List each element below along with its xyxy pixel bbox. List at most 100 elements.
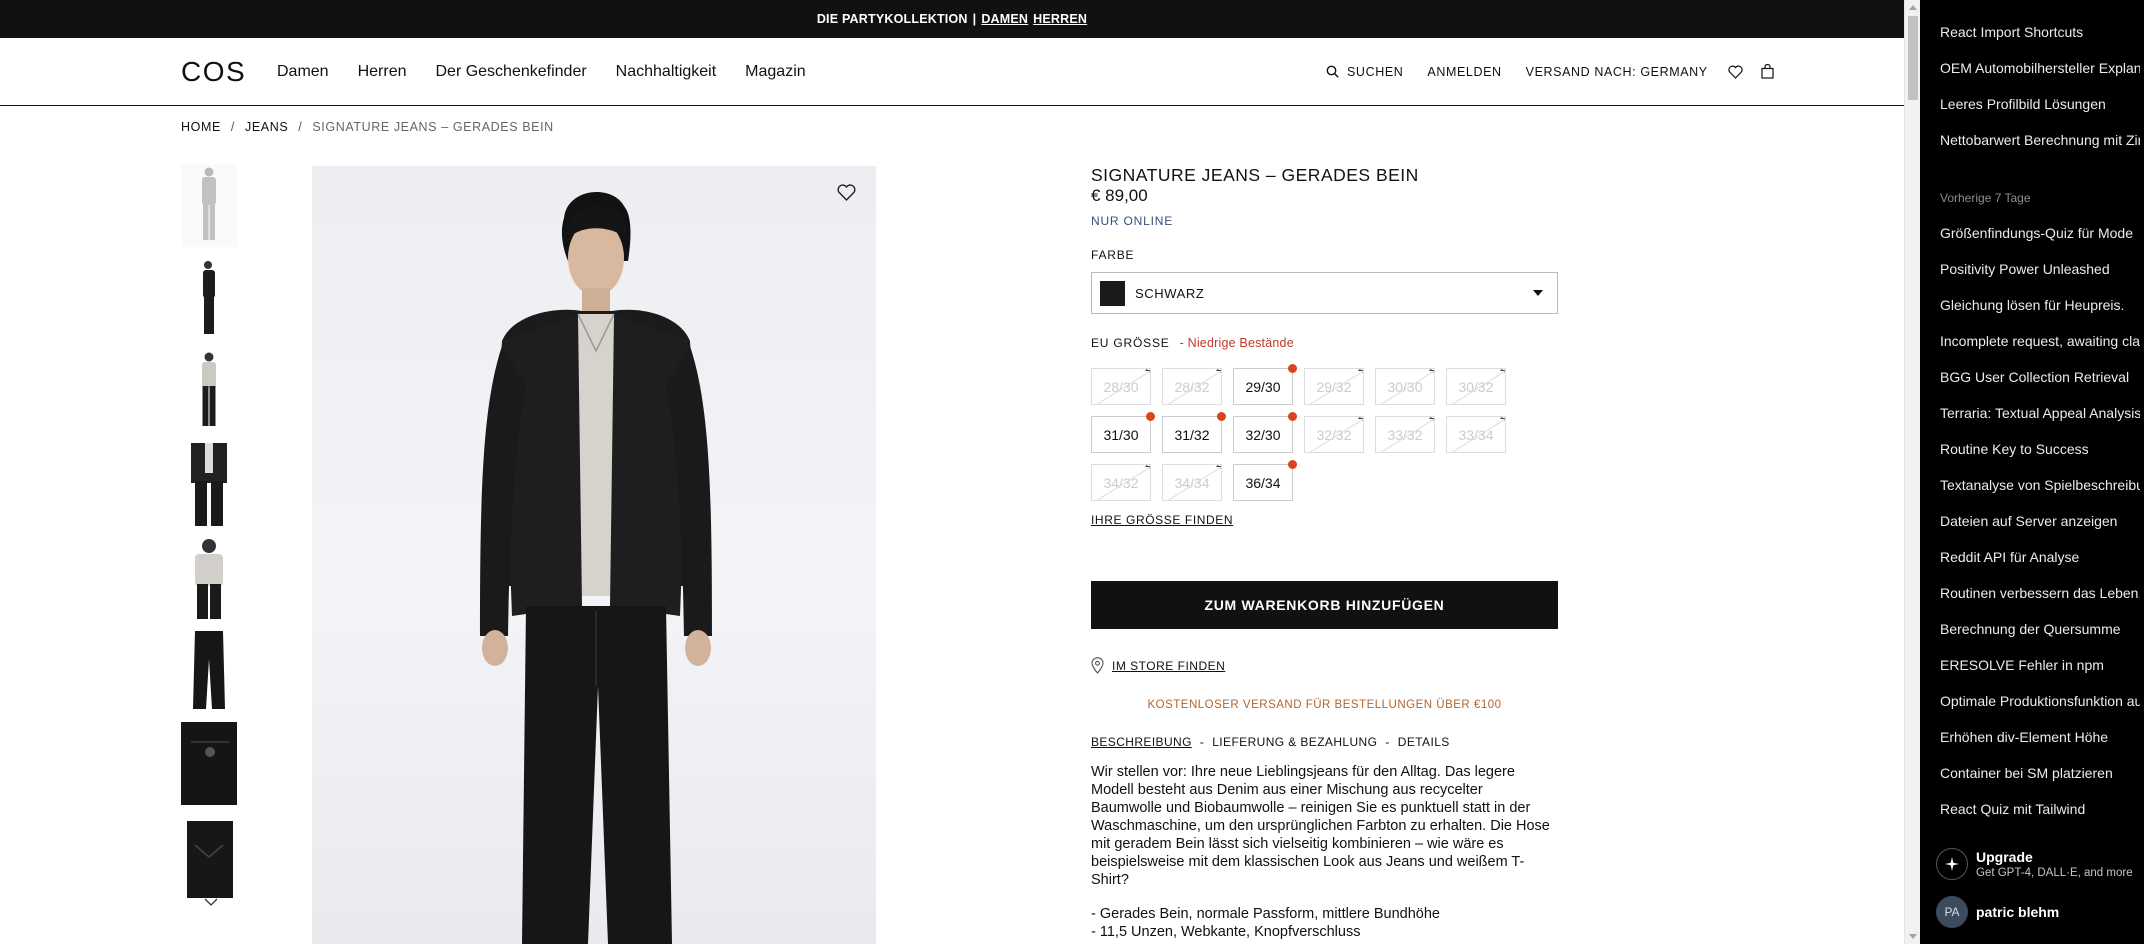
nav-item-magazin[interactable]: Magazin bbox=[745, 63, 805, 81]
history-item-partial[interactable] bbox=[1940, 0, 2140, 9]
history-item[interactable]: OEM Automobilhersteller Explanation bbox=[1940, 60, 2140, 76]
thumbnail-1[interactable] bbox=[181, 164, 237, 247]
size-option-28-30[interactable]: 28/30 bbox=[1091, 368, 1151, 405]
thumbnail-2[interactable] bbox=[181, 257, 237, 340]
breadcrumb-separator: / bbox=[298, 120, 303, 134]
main-product-image[interactable] bbox=[312, 166, 876, 944]
thumbnail-7[interactable] bbox=[181, 722, 237, 805]
size-option-34-32[interactable]: 34/32 bbox=[1091, 464, 1151, 501]
tab-details[interactable]: DETAILS bbox=[1398, 735, 1450, 749]
upgrade-title: Upgrade bbox=[1976, 849, 2033, 865]
color-dropdown[interactable]: SCHWARZ bbox=[1091, 272, 1558, 314]
history-item[interactable]: React Quiz mit Tailwind bbox=[1940, 801, 2140, 817]
page-scrollbar[interactable] bbox=[1904, 0, 1920, 944]
jeans-flat-thumbnail bbox=[193, 631, 225, 709]
size-option-33-34[interactable]: 33/34 bbox=[1446, 416, 1506, 453]
history-item[interactable]: Erhöhen div-Element Höhe bbox=[1940, 729, 2140, 745]
size-option-30-30[interactable]: 30/30 bbox=[1375, 368, 1435, 405]
thumbnail-4[interactable] bbox=[181, 443, 237, 526]
history-item[interactable]: Routinen verbessern das Leben. bbox=[1940, 585, 2140, 601]
size-option-31-30[interactable]: 31/30 bbox=[1091, 412, 1155, 453]
size-option-29-32[interactable]: 29/32 bbox=[1304, 368, 1364, 405]
breadcrumb-jeans[interactable]: JEANS bbox=[245, 120, 288, 134]
find-your-size-link[interactable]: IHRE GRÖSSE FINDEN bbox=[1091, 513, 1233, 527]
color-swatch bbox=[1100, 280, 1125, 306]
breadcrumb-home[interactable]: HOME bbox=[181, 120, 221, 134]
nav-item-damen[interactable]: Damen bbox=[277, 63, 329, 81]
low-stock-dot bbox=[1288, 412, 1297, 421]
tab-beschreibung[interactable]: BESCHREIBUNG bbox=[1091, 735, 1192, 749]
jeans-pocket-thumbnail bbox=[187, 821, 233, 898]
thumbnail-6[interactable] bbox=[181, 629, 237, 712]
history-item[interactable]: React Import Shortcuts bbox=[1940, 24, 2140, 40]
thumbnail-5[interactable] bbox=[181, 536, 237, 619]
feature-item: - 11,5 Unzen, Webkante, Knopfverschluss bbox=[1091, 924, 1361, 940]
cart-button[interactable] bbox=[1761, 64, 1774, 79]
size-option-33-32[interactable]: 33/32 bbox=[1375, 416, 1435, 453]
thumbnail-3[interactable] bbox=[181, 350, 237, 433]
history-item[interactable]: Optimale Produktionsfunktion auswählen bbox=[1940, 693, 2140, 709]
promo-link-damen[interactable]: DAMEN bbox=[981, 12, 1028, 26]
heart-icon bbox=[837, 184, 856, 202]
history-item[interactable]: Routine Key to Success bbox=[1940, 441, 2140, 457]
size-option-30-32[interactable]: 30/32 bbox=[1446, 368, 1506, 405]
upgrade-button[interactable]: Upgrade Get GPT-4, DALL·E, and more bbox=[1936, 848, 2133, 880]
nav-item-herren[interactable]: Herren bbox=[358, 63, 407, 81]
history-item[interactable]: Terraria: Textual Appeal Analysis bbox=[1940, 405, 2140, 421]
history-item[interactable]: ERESOLVE Fehler in npm bbox=[1940, 657, 2140, 673]
size-option-32-30[interactable]: 32/30 bbox=[1233, 412, 1297, 453]
history-item[interactable]: Berechnung der Quersumme bbox=[1940, 621, 2140, 637]
user-menu[interactable]: PA patric blehm bbox=[1936, 896, 2059, 928]
size-option-32-32[interactable]: 32/32 bbox=[1304, 416, 1364, 453]
upgrade-subtitle: Get GPT-4, DALL·E, and more bbox=[1976, 867, 2133, 879]
login-link[interactable]: ANMELDEN bbox=[1427, 65, 1501, 79]
notify-bell-icon bbox=[1144, 465, 1150, 469]
notify-bell-icon bbox=[1499, 369, 1505, 373]
search-icon bbox=[1326, 65, 1339, 78]
model-wearing-jeans-image bbox=[480, 192, 712, 944]
size-option-28-32[interactable]: 28/32 bbox=[1162, 368, 1222, 405]
color-label: FARBE bbox=[1091, 248, 1135, 262]
size-option-label: 31/32 bbox=[1174, 426, 1210, 443]
add-to-cart-button[interactable]: ZUM WARENKORB HINZUFÜGEN bbox=[1091, 581, 1558, 629]
history-item[interactable]: Textanalyse von Spielbeschreibungen bbox=[1940, 477, 2140, 493]
site-logo[interactable]: COS bbox=[181, 56, 246, 88]
size-option-label: 30/32 bbox=[1458, 378, 1494, 395]
size-option-29-30[interactable]: 29/30 bbox=[1233, 364, 1297, 405]
nav-item-geschenkefinder[interactable]: Der Geschenkefinder bbox=[435, 63, 586, 81]
info-tabs: BESCHREIBUNG - LIEFERUNG & BEZAHLUNG - D… bbox=[1091, 735, 1450, 749]
main-nav: Damen Herren Der Geschenkefinder Nachhal… bbox=[277, 63, 806, 81]
shipping-country-selector[interactable]: VERSAND NACH: GERMANY bbox=[1526, 65, 1708, 79]
history-item[interactable]: Positivity Power Unleashed bbox=[1940, 261, 2140, 277]
history-item[interactable]: Incomplete request, awaiting clarificati… bbox=[1940, 333, 2140, 349]
product-description: Wir stellen vor: Ihre neue Lieblingsjean… bbox=[1091, 764, 1550, 888]
size-option-31-32[interactable]: 31/32 bbox=[1162, 412, 1226, 453]
history-item[interactable]: BGG User Collection Retrieval bbox=[1940, 369, 2140, 385]
scroll-down-arrow-icon[interactable] bbox=[1909, 934, 1917, 939]
notify-bell-icon bbox=[1215, 369, 1221, 373]
low-stock-note: - Niedrige Bestände bbox=[1179, 336, 1294, 350]
promo-link-herren[interactable]: HERREN bbox=[1033, 12, 1087, 26]
wishlist-button[interactable] bbox=[1728, 65, 1743, 79]
tab-lieferung-bezahlung[interactable]: LIEFERUNG & BEZAHLUNG bbox=[1212, 735, 1377, 749]
wishlist-toggle-button[interactable] bbox=[837, 184, 856, 206]
search-button[interactable]: SUCHEN bbox=[1326, 65, 1403, 79]
history-item[interactable]: Container bei SM platzieren bbox=[1940, 765, 2140, 781]
history-item[interactable]: Leeres Profilbild Lösungen bbox=[1940, 96, 2140, 112]
scrollbar-thumb[interactable] bbox=[1908, 16, 1918, 100]
history-item[interactable]: Nettobarwert Berechnung mit Zins bbox=[1940, 132, 2140, 148]
history-item[interactable]: Gleichung lösen für Heupreis. bbox=[1940, 297, 2140, 313]
history-item[interactable]: Dateien auf Server anzeigen bbox=[1940, 513, 2140, 529]
nav-item-nachhaltigkeit[interactable]: Nachhaltigkeit bbox=[616, 63, 717, 81]
thumbnail-8[interactable] bbox=[181, 815, 237, 898]
size-option-34-34[interactable]: 34/34 bbox=[1162, 464, 1222, 501]
find-in-store-link[interactable]: IM STORE FINDEN bbox=[1091, 657, 1225, 674]
notify-bell-icon bbox=[1215, 465, 1221, 469]
size-label-text: EU GRÖSSE bbox=[1091, 336, 1170, 350]
history-item[interactable]: Größenfindungs-Quiz für Mode bbox=[1940, 225, 2140, 241]
online-only-badge: NUR ONLINE bbox=[1091, 214, 1174, 228]
thumbnail-scroll-down-button[interactable] bbox=[204, 893, 218, 911]
scroll-up-arrow-icon[interactable] bbox=[1909, 5, 1917, 10]
history-item[interactable]: Reddit API für Analyse bbox=[1940, 549, 2140, 565]
size-option-36-34[interactable]: 36/34 bbox=[1233, 460, 1297, 501]
